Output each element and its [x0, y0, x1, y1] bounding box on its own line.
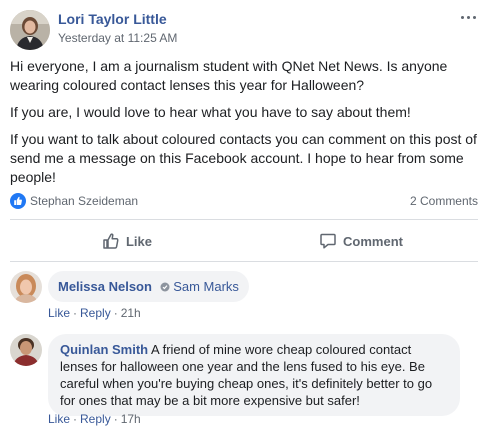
comment-bubble-icon — [320, 233, 336, 249]
like-reaction-icon[interactable] — [10, 193, 26, 209]
commenter-avatar[interactable] — [10, 334, 42, 366]
post-author-name[interactable]: Lori Taylor Little — [58, 11, 167, 27]
thumbs-up-icon — [103, 233, 119, 249]
post-header: Lori Taylor Little Yesterday at 11:25 AM — [10, 10, 478, 50]
action-bar: Like Comment — [10, 224, 478, 258]
comment-meta: Like · Reply · 21h — [48, 306, 141, 320]
comments-count[interactable]: 2 Comments — [410, 194, 478, 208]
comment-like-link[interactable]: Like — [48, 412, 70, 426]
author-avatar[interactable] — [10, 10, 50, 50]
comment-bubble: Melissa Nelson Sam Marks — [48, 271, 249, 302]
reactions-bar: Stephan Szeideman 2 Comments — [10, 192, 478, 210]
commenter-name[interactable]: Quinlan Smith — [60, 342, 148, 357]
tag-icon — [160, 278, 170, 292]
comment-like-link[interactable]: Like — [48, 306, 70, 320]
post-body: Hi everyone, I am a journalism student w… — [10, 57, 480, 195]
comment-bubble: Quinlan Smith A friend of mine wore chea… — [48, 334, 460, 416]
comment-button-label: Comment — [343, 233, 403, 249]
comment-meta: Like · Reply · 17h — [48, 412, 141, 426]
commenter-avatar[interactable] — [10, 271, 42, 303]
like-button-label: Like — [125, 233, 152, 249]
comment-reply-link[interactable]: Reply — [80, 306, 111, 320]
post-paragraph: If you want to talk about coloured conta… — [10, 131, 477, 185]
like-button[interactable]: Like — [10, 224, 244, 258]
comment-age[interactable]: 21h — [121, 306, 141, 320]
more-options-icon[interactable] — [460, 14, 476, 22]
comment-reply-link[interactable]: Reply — [80, 412, 111, 426]
tagged-user[interactable]: Sam Marks — [173, 279, 239, 294]
post-timestamp[interactable]: Yesterday at 11:25 AM — [58, 31, 177, 45]
divider — [10, 261, 478, 262]
divider — [10, 219, 478, 220]
post-paragraph: If you are, I would love to hear what yo… — [10, 104, 411, 120]
commenter-name[interactable]: Melissa Nelson — [58, 279, 152, 294]
post-paragraph: Hi everyone, I am a journalism student w… — [10, 58, 448, 93]
comment-item: Quinlan Smith A friend of mine wore chea… — [10, 334, 478, 423]
comment-age[interactable]: 17h — [121, 412, 141, 426]
liker-name[interactable]: Stephan Szeideman — [30, 194, 138, 208]
comment-button[interactable]: Comment — [244, 224, 478, 258]
